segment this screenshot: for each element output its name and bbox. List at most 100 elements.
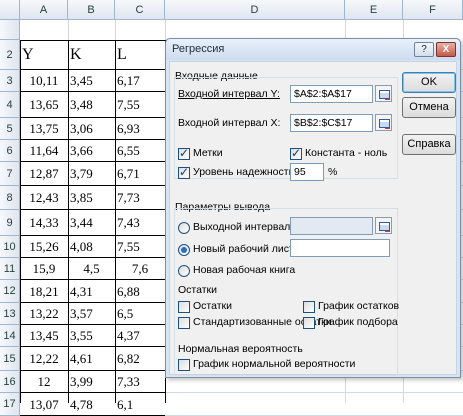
table-cell[interactable]: 15,9: [20, 258, 68, 280]
table-cell[interactable]: 4,61: [68, 347, 115, 371]
column-header-a[interactable]: A: [20, 0, 68, 20]
table-cell[interactable]: 7,43: [115, 210, 165, 236]
input-x-field[interactable]: $B$2:$C$17: [290, 114, 373, 132]
table-cell[interactable]: 6,88: [115, 280, 165, 303]
residuals-checkbox[interactable]: [178, 301, 190, 313]
line-fit-plot-checkbox[interactable]: [303, 317, 315, 329]
new-sheet-field[interactable]: [290, 239, 390, 257]
table-cell[interactable]: 12,22: [20, 347, 68, 371]
table-cell[interactable]: 3,57: [68, 303, 115, 325]
row-header-top[interactable]: [0, 20, 20, 40]
table-cell[interactable]: 4,37: [115, 325, 165, 347]
table-cell[interactable]: 13,22: [20, 303, 68, 325]
table-cell[interactable]: 10,11: [20, 70, 68, 92]
help-icon[interactable]: ?: [414, 42, 434, 57]
output-range-field[interactable]: [290, 217, 373, 235]
labels-checkbox[interactable]: [178, 146, 190, 160]
row-header[interactable]: 5: [0, 118, 20, 140]
table-cell[interactable]: 3,79: [68, 162, 115, 186]
table-cell[interactable]: L: [115, 40, 165, 70]
table-cell[interactable]: 6,17: [115, 70, 165, 92]
table-cell[interactable]: 18,21: [20, 280, 68, 303]
row-header[interactable]: 16: [0, 371, 20, 393]
table-cell[interactable]: 6,82: [115, 347, 165, 371]
table-cell[interactable]: 12,87: [20, 162, 68, 186]
help-button[interactable]: Справка: [402, 134, 456, 155]
table-cell[interactable]: 12,43: [20, 186, 68, 210]
row-header[interactable]: 12: [0, 280, 20, 303]
row-header[interactable]: 15: [0, 347, 20, 371]
table-cell[interactable]: 3,06: [68, 118, 115, 140]
table-cell[interactable]: 13,07: [20, 393, 68, 416]
table-cell[interactable]: 4,08: [68, 236, 115, 258]
table-cell[interactable]: 3,85: [68, 186, 115, 210]
confidence-field[interactable]: 95: [290, 163, 324, 181]
confidence-checkbox[interactable]: [178, 165, 190, 179]
dialog-titlebar[interactable]: Регрессия ? X: [166, 39, 460, 60]
row-header[interactable]: 11: [0, 258, 20, 280]
residuals-section-title: Остатки: [178, 284, 217, 296]
table-cell[interactable]: 13,75: [20, 118, 68, 140]
standardized-residuals-checkbox[interactable]: [178, 317, 190, 329]
row-header[interactable]: 17: [0, 393, 20, 416]
normal-plot-checkbox[interactable]: [178, 359, 190, 371]
cancel-button[interactable]: Отмена: [402, 97, 456, 118]
range-picker-icon[interactable]: [375, 114, 392, 131]
table-cell[interactable]: 4,5: [68, 258, 115, 280]
table-cell[interactable]: 7,55: [115, 92, 165, 118]
range-picker-icon[interactable]: [375, 85, 392, 102]
table-cell[interactable]: 3,48: [68, 92, 115, 118]
column-header-b[interactable]: B: [68, 0, 115, 20]
table-cell[interactable]: 12: [20, 371, 68, 393]
table-cell[interactable]: 6,93: [115, 118, 165, 140]
table-cell[interactable]: 4,31: [68, 280, 115, 303]
table-cell[interactable]: 3,99: [68, 371, 115, 393]
table-cell[interactable]: 6,55: [115, 140, 165, 162]
table-cell[interactable]: 14,33: [20, 210, 68, 236]
table-cell[interactable]: 3,55: [68, 325, 115, 347]
table-cell[interactable]: 15,26: [20, 236, 68, 258]
dialog-body: Входные данные Входной интервал Y: $A$2:…: [169, 61, 457, 376]
table-cell[interactable]: 3,44: [68, 210, 115, 236]
row-header[interactable]: 13: [0, 303, 20, 325]
output-range-radio[interactable]: [178, 222, 190, 234]
row-header[interactable]: 9: [0, 210, 20, 236]
confidence-label: Уровень надежности:: [193, 166, 298, 178]
row-header[interactable]: 14: [0, 325, 20, 347]
table-cell[interactable]: 7,6: [115, 258, 165, 280]
column-header-d[interactable]: D: [165, 0, 345, 20]
row-header[interactable]: 6: [0, 140, 20, 162]
constant-zero-checkbox[interactable]: [290, 146, 302, 160]
table-cell[interactable]: Y: [20, 40, 68, 70]
table-cell[interactable]: 4,78: [68, 393, 115, 416]
row-header[interactable]: 4: [0, 92, 20, 118]
row-header[interactable]: 2: [0, 40, 20, 70]
new-sheet-radio[interactable]: [178, 244, 190, 256]
table-cell[interactable]: 6,5: [115, 303, 165, 325]
input-y-field[interactable]: $A$2:$A$17: [290, 85, 373, 103]
table-cell[interactable]: 6,71: [115, 162, 165, 186]
table-cell[interactable]: 11,64: [20, 140, 68, 162]
residual-plot-checkbox[interactable]: [303, 301, 315, 313]
new-book-radio[interactable]: [178, 265, 190, 277]
ok-button[interactable]: OK: [402, 72, 456, 93]
table-cell[interactable]: 3,66: [68, 140, 115, 162]
close-icon[interactable]: X: [436, 42, 456, 57]
row-header[interactable]: 8: [0, 186, 20, 210]
table-cell[interactable]: 7,33: [115, 371, 165, 393]
column-header-c[interactable]: C: [115, 0, 165, 20]
table-cell[interactable]: 6,1: [115, 393, 165, 416]
table-cell[interactable]: 7,55: [115, 236, 165, 258]
corner-header[interactable]: [0, 0, 20, 20]
table-cell[interactable]: 7,73: [115, 186, 165, 210]
table-cell[interactable]: 13,45: [20, 325, 68, 347]
table-cell[interactable]: 3,45: [68, 70, 115, 92]
column-header-e[interactable]: E: [345, 0, 403, 20]
row-header[interactable]: 3: [0, 70, 20, 92]
table-cell[interactable]: 13,65: [20, 92, 68, 118]
row-header[interactable]: 10: [0, 236, 20, 258]
range-picker-icon[interactable]: [375, 217, 392, 234]
column-header-f[interactable]: F: [403, 0, 463, 20]
row-header[interactable]: 7: [0, 162, 20, 186]
table-cell[interactable]: K: [68, 40, 115, 70]
